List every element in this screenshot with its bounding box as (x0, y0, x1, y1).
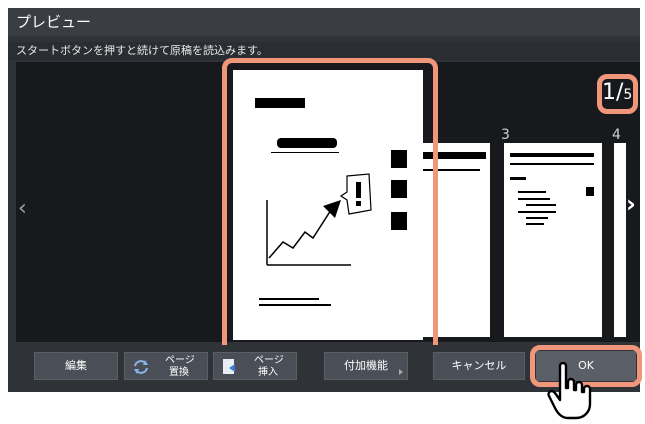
edit-button-label: 編集 (65, 359, 87, 372)
prev-page-icon[interactable]: ‹ (18, 198, 27, 220)
page-insert-button[interactable]: ページ 挿入 (213, 352, 297, 380)
current-page-highlight (222, 58, 438, 356)
pointing-hand-icon (547, 362, 592, 420)
insert-icon (223, 359, 235, 374)
window-title: プレビュー (8, 8, 640, 36)
page-number-4: 4 (612, 127, 621, 143)
page-counter-highlight (597, 74, 638, 114)
cancel-button-label: キャンセル (451, 359, 507, 372)
insert-button-line1: ページ (254, 355, 284, 366)
replace-button-line1: ページ (165, 355, 195, 366)
next-page-icon[interactable]: › (626, 192, 636, 216)
submenu-arrow-icon (399, 369, 403, 375)
extra-functions-label: 付加機能 (344, 359, 388, 372)
replace-button-line2: 置換 (169, 367, 189, 378)
page-replace-button[interactable]: ページ 置換 (124, 352, 208, 380)
replace-icon (134, 360, 148, 374)
edit-button[interactable]: 編集 (34, 352, 118, 380)
cancel-button[interactable]: キャンセル (433, 352, 525, 380)
page-thumbnail-3[interactable] (504, 143, 602, 337)
extra-functions-button[interactable]: 付加機能 (324, 352, 408, 380)
page-thumbnail-4[interactable] (614, 143, 626, 337)
page-number-3: 3 (501, 127, 510, 143)
insert-button-line2: 挿入 (258, 367, 278, 378)
